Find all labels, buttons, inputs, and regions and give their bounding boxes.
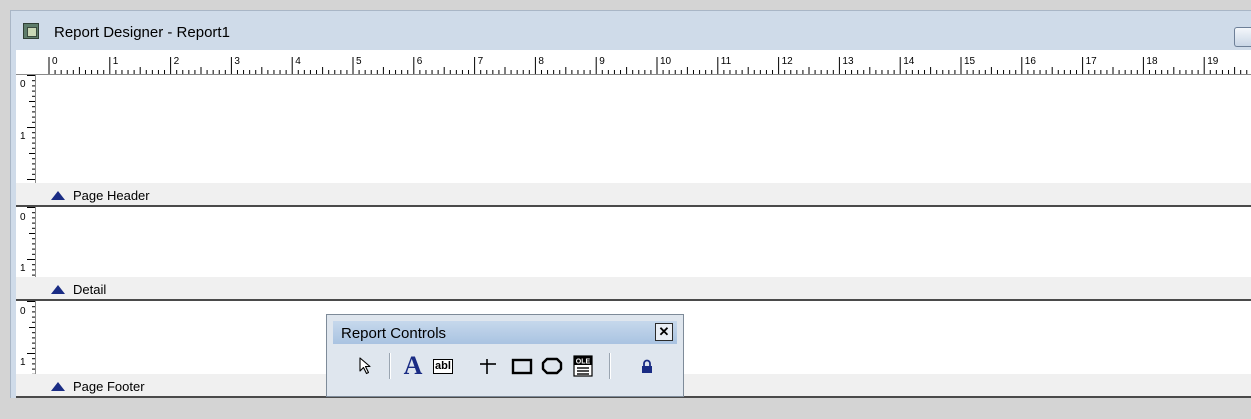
ruler-label: 8 xyxy=(538,56,544,67)
ruler-label: 4 xyxy=(295,56,301,67)
label-tool-button[interactable]: A xyxy=(399,353,427,379)
ruler-label: 10 xyxy=(660,56,672,67)
band-label: Page Footer xyxy=(73,379,145,394)
pointer-tool-button[interactable] xyxy=(355,353,377,379)
horizontal-ruler: 0 1 2 3 4 5 6 7 8 9 10 11 12 13 14 15 16 17 18 19 xyxy=(16,50,1251,75)
report-controls-toolbar[interactable]: Report Controls ✕ A abl OLE xyxy=(326,314,684,397)
ruler-label: 15 xyxy=(964,56,976,67)
ruler-label: 18 xyxy=(1146,56,1158,67)
vruler-ticks xyxy=(27,75,35,180)
collapse-triangle-icon[interactable] xyxy=(51,285,65,294)
vertical-ruler-page-footer: 0 1 xyxy=(16,301,36,374)
vruler-label-1: 1 xyxy=(20,131,26,142)
report-designer-icon xyxy=(23,23,39,39)
collapse-triangle-icon[interactable] xyxy=(51,191,65,200)
toolbar-title: Report Controls xyxy=(341,325,447,342)
vruler-label-1: 1 xyxy=(20,357,26,368)
vruler-ticks xyxy=(27,301,35,374)
pointer-icon xyxy=(359,357,371,375)
ruler-label: 0 xyxy=(52,56,58,67)
rounded-rectangle-icon xyxy=(541,357,563,375)
ruler-label: 2 xyxy=(173,56,180,67)
toolbar-title-bar[interactable]: Report Controls ✕ xyxy=(333,321,677,344)
ruler-label: 17 xyxy=(1085,56,1097,67)
ruler-label: 16 xyxy=(1024,56,1036,67)
ruler-label: 7 xyxy=(477,56,484,67)
window-title: Report Designer - Report1 xyxy=(54,24,230,41)
toolbar-separator xyxy=(389,353,391,379)
ole-picture-tool-button[interactable]: OLE xyxy=(571,353,595,379)
lock-tool-button[interactable] xyxy=(639,353,655,379)
band-page-header[interactable]: Page Header xyxy=(16,183,1251,207)
ruler-label: 9 xyxy=(599,56,605,67)
ruler-label: 14 xyxy=(903,56,915,67)
ruler-label: 11 xyxy=(720,56,732,67)
ole-label: OLE xyxy=(576,359,591,366)
vruler-ticks xyxy=(27,207,35,276)
rectangle-tool-button[interactable] xyxy=(509,353,535,379)
rectangle-icon xyxy=(511,358,533,375)
ruler-label: 1 xyxy=(112,56,119,67)
rounded-rectangle-tool-button[interactable] xyxy=(539,353,565,379)
ruler-label: 3 xyxy=(234,56,240,67)
band-detail[interactable]: Detail xyxy=(16,277,1251,301)
ruler-ticks xyxy=(48,57,1248,74)
ruler-label: 6 xyxy=(416,56,423,67)
toolbar-separator xyxy=(609,353,611,379)
close-icon[interactable]: ✕ xyxy=(655,323,673,341)
vruler-label-0: 0 xyxy=(20,306,26,317)
ole-picture-icon: OLE xyxy=(573,355,593,377)
detail-area[interactable] xyxy=(36,207,1251,277)
ruler-label: 13 xyxy=(842,56,854,67)
page-header-area[interactable] xyxy=(36,75,1251,183)
vertical-ruler-detail: 0 1 xyxy=(16,207,36,277)
vruler-label-1: 1 xyxy=(20,263,26,274)
band-label: Detail xyxy=(73,282,107,297)
minimize-button[interactable] xyxy=(1234,27,1251,47)
ruler-label: 12 xyxy=(781,56,793,67)
label-icon: A xyxy=(403,351,423,380)
field-icon: abl xyxy=(433,358,453,374)
vruler-label-0: 0 xyxy=(20,212,26,223)
line-tool-button[interactable] xyxy=(477,353,499,379)
lock-icon xyxy=(642,359,652,373)
title-bar[interactable]: Report Designer - Report1 xyxy=(11,11,1251,47)
ruler-label: 19 xyxy=(1207,56,1219,67)
vruler-label-0: 0 xyxy=(20,79,26,90)
band-label: Page Header xyxy=(73,188,150,203)
collapse-triangle-icon[interactable] xyxy=(51,382,65,391)
vertical-ruler-page-header: 0 1 xyxy=(16,75,36,183)
line-icon xyxy=(480,359,496,374)
field-tool-button[interactable]: abl xyxy=(430,353,456,379)
ruler-label: 5 xyxy=(356,56,362,67)
